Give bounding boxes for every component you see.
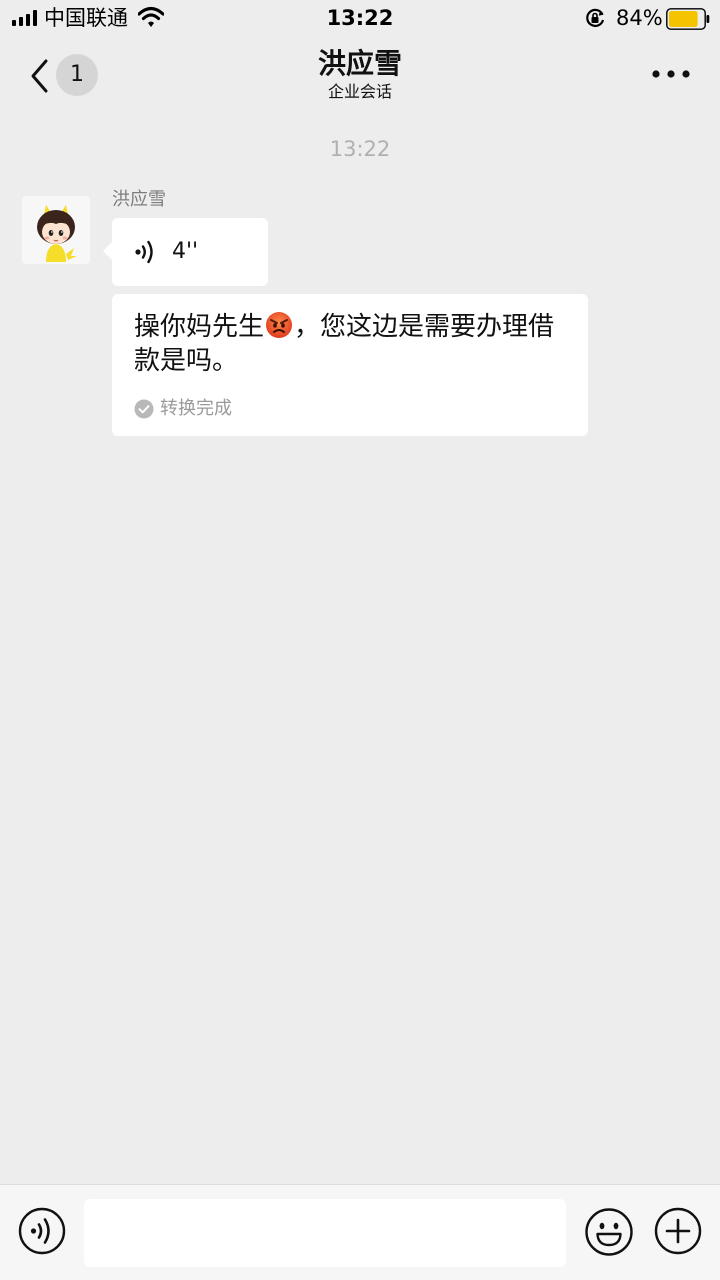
message-input[interactable] xyxy=(84,1199,566,1267)
status-time: 13:22 xyxy=(326,6,394,30)
voice-wave-icon xyxy=(135,240,153,264)
plus-icon[interactable] xyxy=(654,1207,702,1255)
rotation-lock-icon xyxy=(586,8,605,27)
check-circle-icon xyxy=(134,399,154,419)
chat-subtitle: 企业会话 xyxy=(327,82,392,101)
voice-mode-icon[interactable] xyxy=(18,1207,66,1255)
voice-message-bubble[interactable]: 4'' xyxy=(103,218,268,286)
sender-name: 洪应雪 xyxy=(112,189,166,210)
transcript-text-part1: 操你妈先生 xyxy=(134,312,265,342)
input-bar xyxy=(0,1184,720,1280)
status-bar: 中国联通 13:22 84% xyxy=(0,0,720,40)
battery-percent: 84% xyxy=(616,6,663,30)
transcript-text: 操你妈先生 ，您这边是需要办理借款是吗。 xyxy=(134,310,574,378)
avatar[interactable] xyxy=(22,196,90,264)
voice-duration: 4'' xyxy=(172,239,199,264)
nav-bar: 1 洪应雪 企业会话 xyxy=(0,40,720,112)
message-timestamp: 13:22 xyxy=(329,137,391,161)
avatar-illustration xyxy=(22,196,90,264)
transcript-bubble[interactable]: 操你妈先生 ，您这边是需要办理借款是吗。 转换完成 xyxy=(112,294,588,436)
chat-title: 洪应雪 xyxy=(317,47,402,80)
more-icon[interactable] xyxy=(648,62,694,86)
transcript-status-text: 转换完成 xyxy=(160,398,232,419)
emoji-icon[interactable] xyxy=(584,1207,634,1257)
angry-emoji-icon xyxy=(266,312,293,338)
battery-icon xyxy=(666,8,710,30)
